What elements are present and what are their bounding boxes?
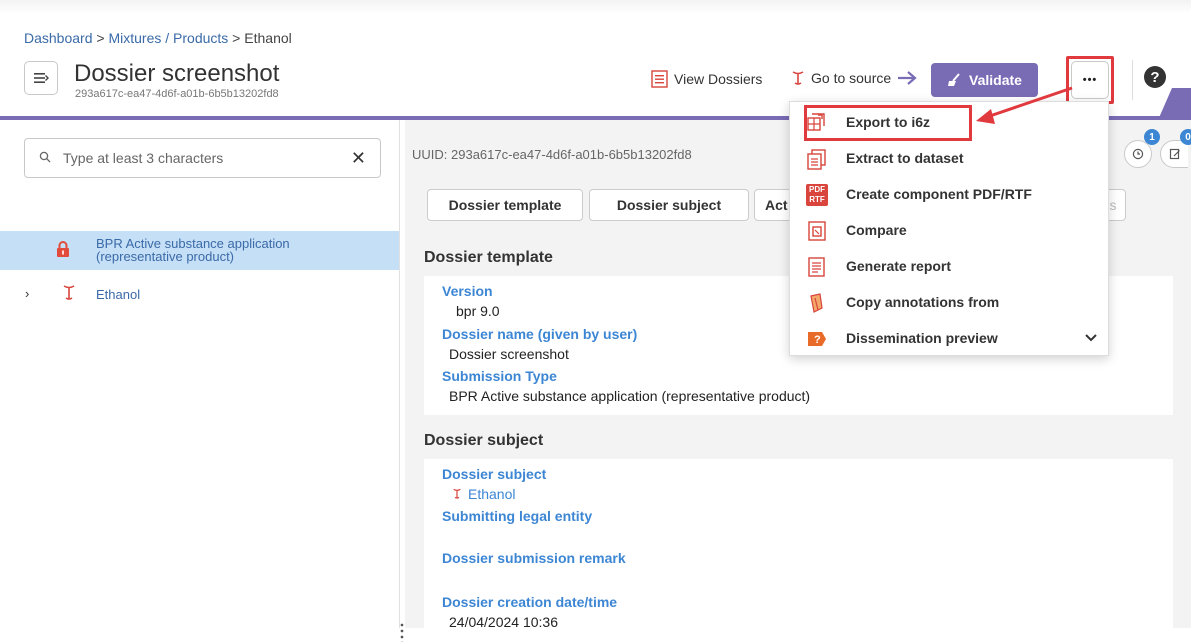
tab-dossier-template[interactable]: Dossier template [427, 189, 583, 221]
report-icon [808, 257, 825, 277]
field-label-submission-type: Submission Type [442, 368, 557, 384]
section-title-dossier-template: Dossier template [424, 249, 553, 266]
menu-item-compare[interactable]: Compare [790, 214, 1108, 246]
validate-label: Validate [969, 72, 1022, 88]
notification-badge: 1 [1144, 129, 1160, 145]
menu-item-label: Dissemination preview [846, 330, 998, 346]
arrow-right-icon [898, 71, 917, 85]
view-dossiers-button[interactable]: View Dossiers [651, 70, 762, 88]
menu-item-copy-annotations[interactable]: Copy annotations from [790, 286, 1108, 318]
lock-icon [57, 241, 69, 257]
menu-item-label: Copy annotations from [846, 294, 1000, 310]
search-icon [39, 151, 51, 166]
menu-item-extract-dataset[interactable]: Extract to dataset [790, 142, 1108, 174]
navigation-panel [0, 120, 399, 628]
tree-item-dossier-template[interactable]: BPR Active substance application (repres… [0, 231, 399, 270]
header-divider [1132, 60, 1133, 100]
clear-search-icon[interactable]: ✕ [351, 148, 366, 169]
broom-icon [948, 73, 960, 86]
help-icon[interactable]: ? [1144, 66, 1166, 88]
toggle-sidebar-button[interactable] [24, 61, 58, 95]
menu-item-label: Generate report [846, 258, 952, 274]
go-to-source-label: Go to source [811, 70, 892, 86]
field-value-version: bpr 9.0 [456, 303, 500, 319]
menu-item-dissemination-preview[interactable]: ? Dissemination preview [790, 322, 1108, 354]
dossier-list-icon [651, 70, 668, 88]
annotations-icon [810, 293, 823, 313]
search-placeholder: Type at least 3 characters [63, 150, 224, 166]
dataset-icon [807, 149, 826, 170]
field-value-submission-type: BPR Active substance application (repres… [449, 388, 811, 404]
tree-search-input[interactable]: Type at least 3 characters ✕ [24, 138, 381, 178]
svg-text:?: ? [814, 334, 821, 346]
pdf-label: PDF [809, 185, 825, 194]
tree-item-label-line2: (representative product) [96, 249, 235, 264]
menu-item-label: Extract to dataset [846, 150, 964, 166]
section-title-dossier-subject: Dossier subject [424, 432, 544, 449]
breadcrumb-dashboard[interactable]: Dashboard [24, 30, 93, 46]
page-uuid: 293a617c-ea47-4d6f-a01b-6b5b13202fd8 [75, 88, 279, 100]
menu-item-label: Create component PDF/RTF [846, 186, 1032, 202]
pdf-rtf-icon: PDF RTF [806, 184, 828, 206]
breadcrumb-mixtures[interactable]: Mixtures / Products [108, 30, 228, 46]
field-label-submission-remark: Dossier submission remark [442, 550, 626, 566]
tree-item-label: Ethanol [96, 287, 141, 302]
field-value-dossier-subject[interactable]: Ethanol [452, 486, 515, 502]
rtf-label: RTF [809, 195, 825, 204]
tab-dossier-subject[interactable]: Dossier subject [589, 189, 749, 221]
view-dossiers-label: View Dossiers [674, 71, 763, 87]
menu-item-create-pdf-rtf[interactable]: PDF RTF Create component PDF/RTF [790, 178, 1108, 210]
notification-badge: 0 [1180, 129, 1191, 145]
uuid-label: UUID: 293a617c-ea47-4d6f-a01b-6b5b13202f… [412, 147, 692, 162]
clock-icon [1132, 148, 1144, 160]
substance-flask-icon [792, 71, 804, 85]
substance-flask-icon [453, 488, 461, 499]
compare-icon [808, 221, 826, 241]
edit-note-icon [1169, 148, 1180, 160]
breadcrumb-separator: > [228, 30, 245, 46]
go-to-source-button[interactable]: Go to source [791, 70, 917, 86]
field-label-dossier-subject: Dossier subject [442, 466, 547, 482]
menu-icon [34, 73, 49, 83]
menu-item-label: Compare [846, 222, 907, 238]
field-label-dossier-name: Dossier name (given by user) [442, 326, 638, 342]
dissemination-icon: ? [808, 332, 826, 346]
field-label-creation-date: Dossier creation date/time [442, 594, 618, 610]
top-shadow [0, 0, 1191, 14]
validate-button[interactable]: Validate [931, 63, 1038, 97]
breadcrumb-current: Ethanol [244, 30, 292, 46]
breadcrumb-separator: > [92, 30, 109, 46]
breadcrumb: Dashboard > Mixtures / Products > Ethano… [24, 30, 292, 46]
field-label-version: Version [442, 283, 493, 299]
export-item-highlight [804, 105, 972, 141]
field-label-legal-entity: Submitting legal entity [442, 508, 593, 524]
substance-flask-icon [63, 285, 75, 300]
tree-item-ethanol[interactable]: › Ethanol [0, 282, 399, 308]
drag-handle-icon[interactable] [400, 622, 404, 642]
menu-item-generate-report[interactable]: Generate report [790, 250, 1108, 282]
tree-item-label: BPR Active substance application (repres… [96, 237, 290, 263]
chevron-right-icon[interactable]: › [25, 286, 29, 301]
page-title: Dossier screenshot [74, 60, 280, 87]
dossier-subject-link[interactable]: Ethanol [468, 486, 515, 502]
more-button-highlight [1066, 56, 1114, 104]
chevron-down-icon[interactable] [1084, 333, 1098, 343]
field-value-dossier-name: Dossier screenshot [449, 346, 569, 362]
